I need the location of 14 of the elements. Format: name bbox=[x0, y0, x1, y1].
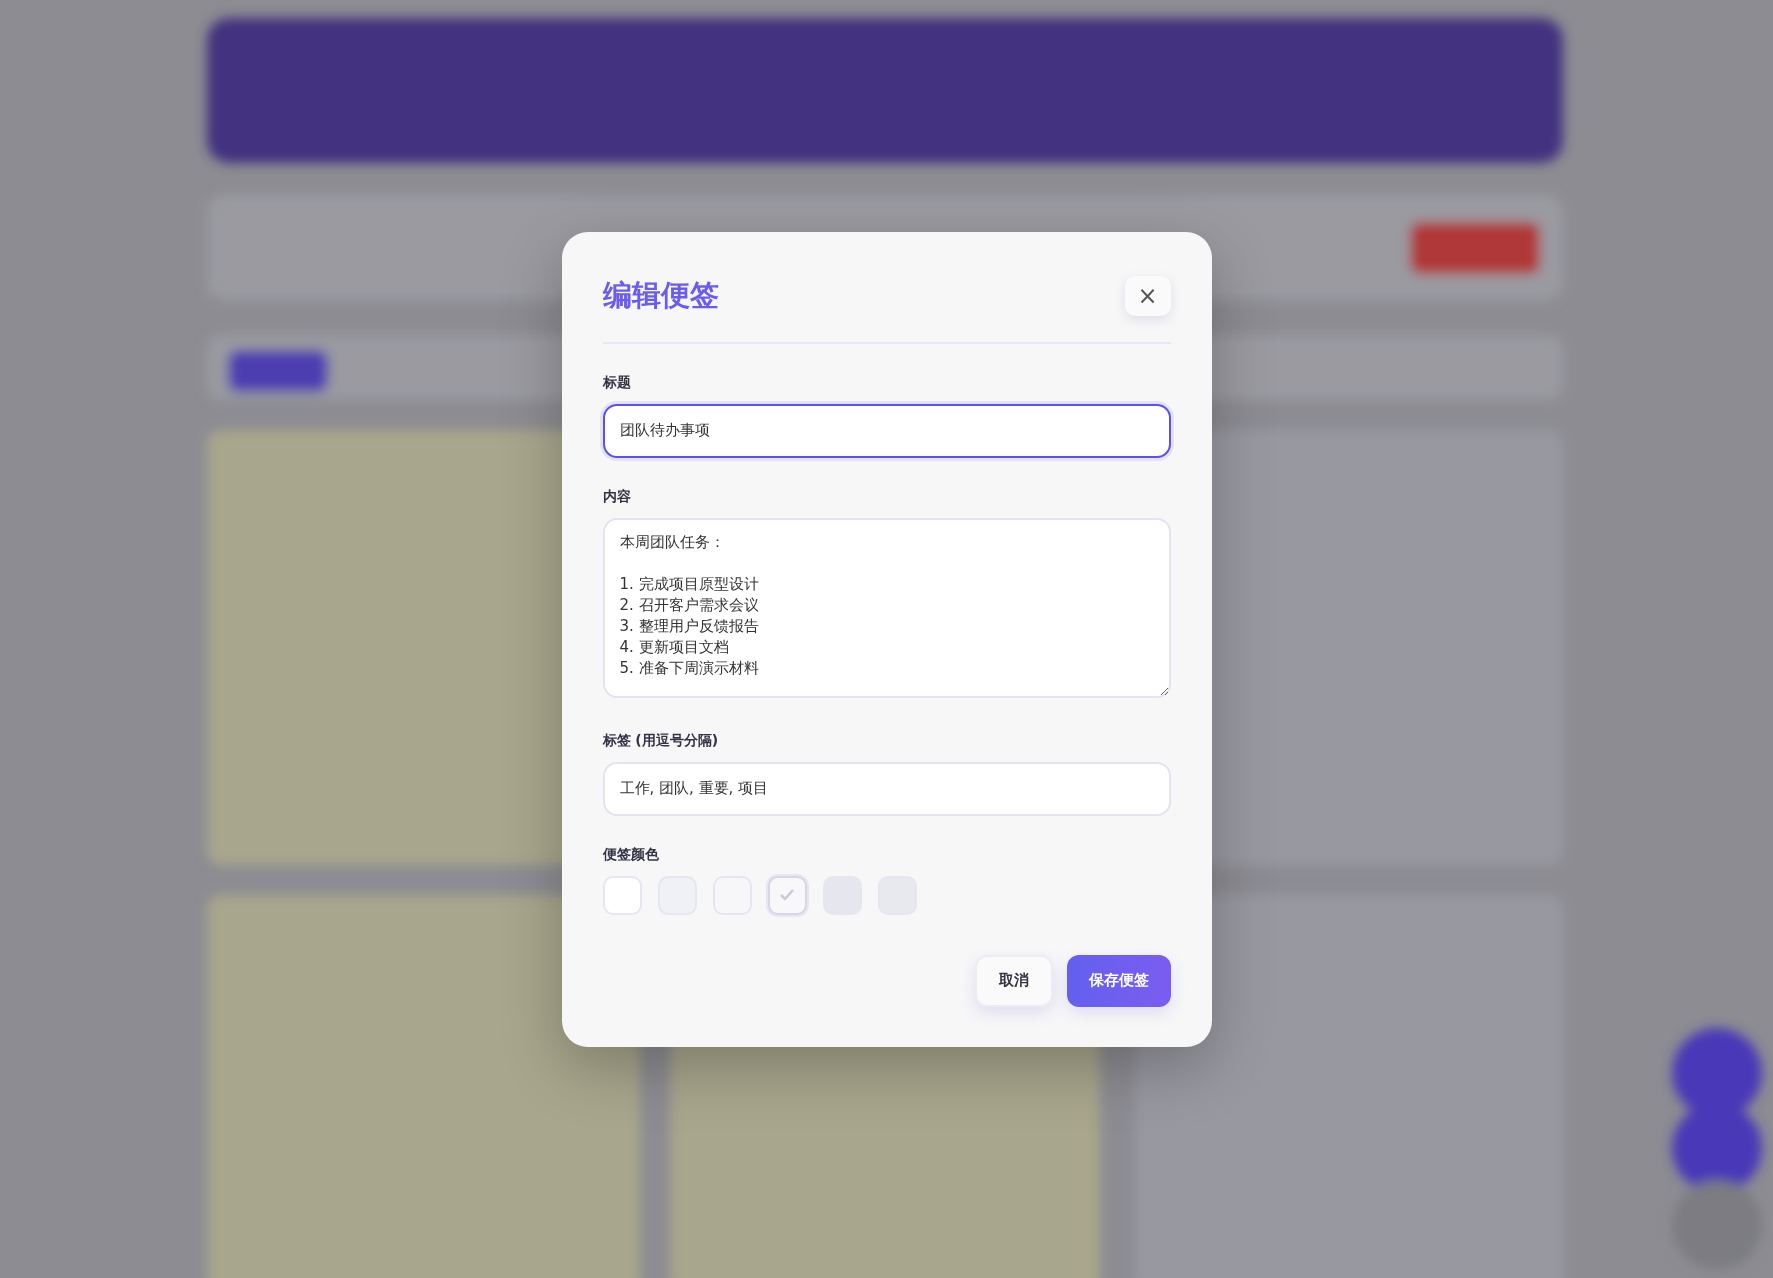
dialog-title: 编辑便签 bbox=[602, 276, 719, 314]
color-swatch[interactable] bbox=[602, 875, 642, 915]
input-field[interactable]: 团队待办事项 bbox=[602, 403, 1171, 458]
content-field[interactable]: 本周团队任务： 1. 完成项目原型设计 2. 召开客户需求会议 3. 整理用户反馈报告 4. 更新项目文档 5. 准备下周演示材料 bbox=[602, 517, 1171, 698]
field-label: 内容 bbox=[602, 487, 632, 506]
color-swatch[interactable] bbox=[767, 875, 807, 915]
save-button[interactable]: 保存便签 bbox=[1066, 954, 1171, 1007]
field-label: 便签颜色 bbox=[602, 845, 660, 864]
input-field[interactable]: 工作, 团队, 重要, 项目 bbox=[602, 761, 1171, 816]
cancel-button[interactable]: 取消 bbox=[974, 954, 1053, 1007]
field-label: 标题 bbox=[602, 373, 632, 392]
close-button[interactable]: × bbox=[1124, 275, 1171, 316]
field-label: 标签 (用逗号分隔) bbox=[602, 731, 720, 750]
checkmark-icon bbox=[779, 888, 795, 902]
